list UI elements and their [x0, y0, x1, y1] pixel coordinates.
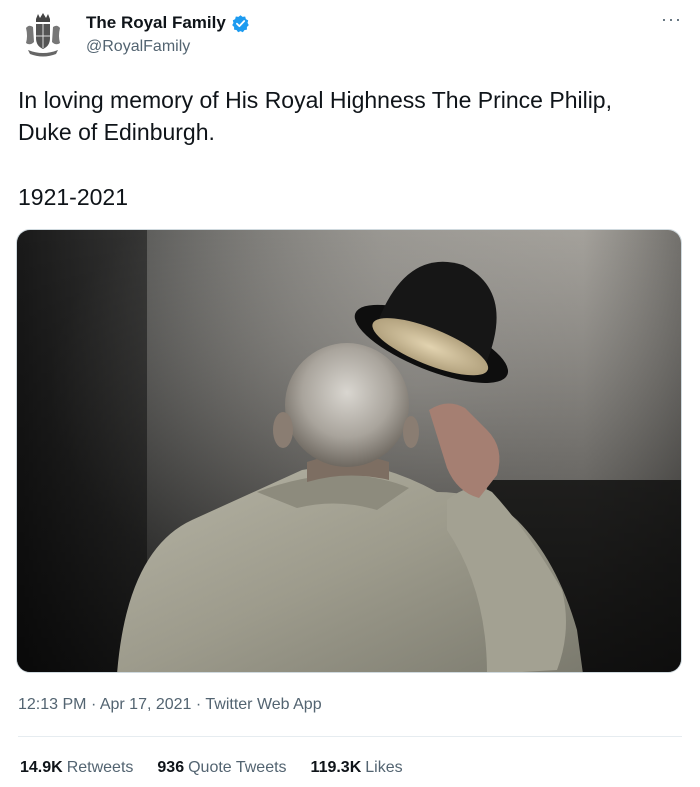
quote-tweets-stat[interactable]: 936 Quote Tweets — [157, 759, 286, 777]
tweet-meta: 12:13 PM · Apr 17, 2021 · Twitter Web Ap… — [18, 696, 322, 714]
likes-stat[interactable]: 119.3K Likes — [311, 759, 403, 777]
tweet-photo[interactable] — [16, 229, 682, 673]
display-name[interactable]: The Royal Family — [86, 13, 226, 33]
tweet-card: The Royal Family @RoyalFamily ··· In lov… — [0, 0, 700, 787]
tweet-source[interactable]: Twitter Web App — [205, 696, 321, 713]
display-name-row: The Royal Family — [86, 12, 250, 34]
royal-coat-of-arms-icon — [18, 10, 68, 60]
quote-tweets-label: Quote Tweets — [188, 759, 287, 776]
retweets-label: Retweets — [66, 759, 134, 776]
tweet-stats: 14.9K Retweets 936 Quote Tweets 119.3K Like… — [20, 759, 403, 777]
likes-label: Likes — [365, 759, 403, 776]
tweet-text: In loving memory of His Royal Highness T… — [18, 87, 612, 145]
author-names: The Royal Family @RoyalFamily — [86, 12, 250, 56]
tweet-date[interactable]: Apr 17, 2021 — [100, 696, 192, 713]
tweet-year-line: 1921-2021 — [18, 184, 128, 210]
meta-separator: · — [90, 696, 97, 713]
author-handle[interactable]: @RoyalFamily — [86, 38, 250, 56]
retweets-count: 14.9K — [20, 759, 63, 776]
meta-separator: · — [195, 696, 202, 713]
tweet-header: The Royal Family @RoyalFamily ··· — [18, 8, 682, 60]
photo-illustration — [17, 230, 681, 672]
quote-tweets-count: 936 — [157, 759, 185, 776]
divider — [18, 736, 682, 737]
verified-badge-icon — [231, 14, 250, 33]
more-options-icon[interactable]: ··· — [661, 10, 682, 28]
retweets-stat[interactable]: 14.9K Retweets — [20, 759, 133, 777]
avatar[interactable] — [18, 10, 68, 60]
tweet-time[interactable]: 12:13 PM — [18, 696, 86, 713]
likes-count: 119.3K — [310, 759, 362, 776]
